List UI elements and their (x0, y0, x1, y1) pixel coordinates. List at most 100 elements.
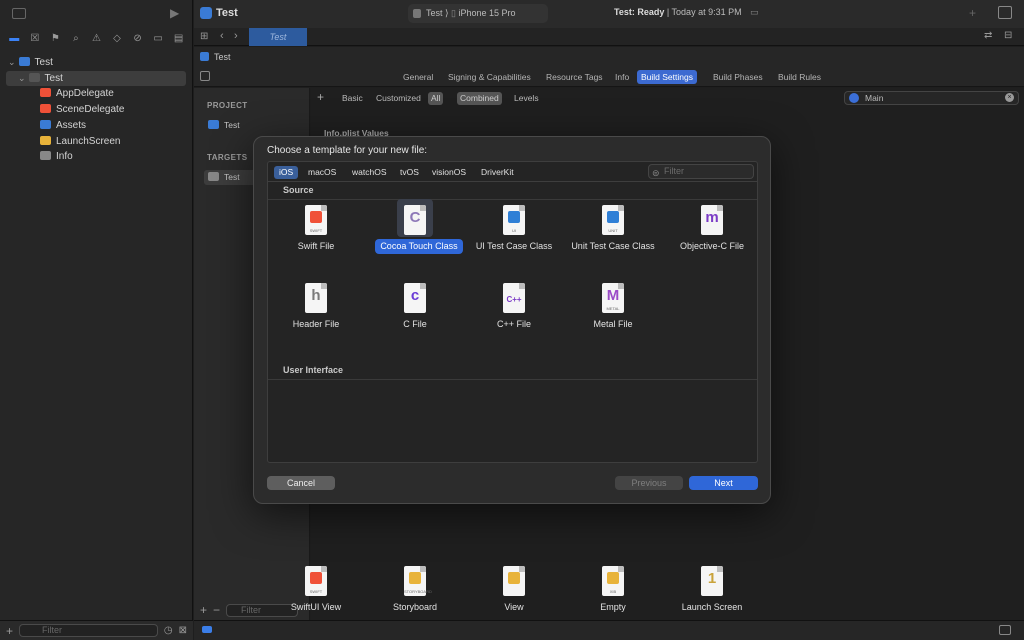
tab-info[interactable]: Info (611, 70, 633, 84)
tree-row-info[interactable]: Info (0, 149, 193, 164)
template-emblem (310, 572, 322, 584)
tree-row-assets[interactable]: Assets (0, 118, 193, 133)
navigator-pane: ▶ ▬ ☒ ⚑ ⌕ ⚠ ◇ ⊘ ▭ ▤ ⌄ Test ⌄ Test AppDelegat… (0, 0, 193, 640)
platform-tab-visionos[interactable]: visionOS (427, 166, 471, 179)
tab-signing-capabilities[interactable]: Signing & Capabilities (444, 70, 535, 84)
back-icon[interactable]: ‹ (220, 30, 224, 42)
inspector-toggle-icon[interactable] (998, 6, 1012, 19)
sidebar-toggle-icon[interactable] (12, 8, 26, 19)
test-icon[interactable]: ◇ (109, 33, 125, 44)
tree-row-launchscreen[interactable]: LaunchScreen (0, 134, 193, 149)
platform-tab-ios[interactable]: iOS (274, 166, 299, 179)
report-icon[interactable]: ▤ (171, 33, 187, 44)
filter-combined[interactable]: Combined (457, 92, 502, 105)
device-icon: ▯ (451, 8, 456, 18)
template-cocoa-touch-class[interactable]: C Cocoa Touch Class (370, 197, 463, 269)
source-control-icon[interactable]: ☒ (27, 33, 43, 44)
add-icon[interactable]: + (6, 624, 13, 638)
settings-search-input[interactable]: Main × (844, 91, 1019, 105)
template-c-file[interactable]: C++ C++ File (469, 275, 559, 347)
add-library-icon[interactable]: + (969, 6, 976, 20)
console-toggle-icon[interactable] (999, 625, 1011, 635)
filter-all[interactable]: All (428, 92, 444, 105)
debug-area-icon[interactable] (202, 626, 212, 633)
view-icon (503, 566, 525, 596)
run-button[interactable]: ▶ (170, 6, 179, 20)
breadcrumb-item[interactable]: Test (214, 52, 231, 62)
tab-build-rules[interactable]: Build Rules (774, 70, 825, 84)
filter-basic[interactable]: Basic (339, 92, 366, 105)
target-icon (208, 172, 219, 181)
editor-tab[interactable]: Test (249, 28, 307, 46)
scheme-icon (413, 9, 421, 18)
template-launch-screen[interactable]: 1 Launch Screen (667, 558, 757, 630)
template-glyph: M (606, 287, 620, 304)
template-storyboard[interactable]: STORYBOARD Storyboard (370, 558, 460, 630)
platform-tab-macos[interactable]: macOS (303, 166, 341, 179)
warning-icon[interactable]: ⚠ (88, 33, 104, 44)
hide-targets-icon[interactable] (200, 71, 210, 81)
forward-icon[interactable]: › (234, 30, 238, 42)
scheme-selector[interactable]: Test ⟩ ▯ iPhone 15 Pro (408, 4, 548, 23)
navigator-filter-input[interactable]: Filter (19, 624, 158, 637)
remove-target-icon[interactable]: − (213, 603, 220, 617)
settings-filter-row: + Basic Customized All Combined Levels Main … (311, 88, 1024, 108)
template-swift-file[interactable]: SWIFT Swift File (271, 197, 361, 269)
template-c-file[interactable]: c C File (370, 275, 460, 347)
previous-button[interactable]: Previous (615, 476, 683, 490)
filter-icon: ⊜ (652, 168, 660, 178)
tab-resource-tags[interactable]: Resource Tags (542, 70, 607, 84)
split-editor-icon[interactable]: ⇄ (984, 30, 992, 41)
clear-search-icon[interactable]: × (1005, 93, 1014, 102)
tree-row-appdelegate[interactable]: AppDelegate (0, 86, 193, 101)
platform-tab-watchos[interactable]: watchOS (347, 166, 392, 179)
tab-build-settings[interactable]: Build Settings (637, 70, 697, 84)
platform-tab-driverkit[interactable]: DriverKit (476, 166, 519, 179)
filter-scope-icon[interactable] (849, 93, 859, 103)
template-grid: Source SWIFT Swift File C Cocoa Touch Class U… (267, 182, 758, 612)
tab-general[interactable]: General (399, 70, 437, 84)
template-label: C File (403, 319, 427, 329)
status-label: Test: Ready (614, 7, 665, 17)
recent-files-icon[interactable]: ◷ (164, 625, 173, 636)
grid-icon[interactable]: ⊞ (200, 31, 208, 42)
add-setting-icon[interactable]: + (317, 90, 324, 104)
bookmark-icon[interactable]: ⚑ (47, 33, 63, 44)
template-ui-test-case-class[interactable]: UI UI Test Case Class (469, 197, 559, 269)
project-item[interactable]: Test (204, 118, 300, 133)
disclosure-chevron-icon[interactable]: ⌄ (8, 57, 16, 67)
template-glyph: 1 (707, 570, 717, 587)
filter-options-icon[interactable]: ⊠ (179, 625, 187, 636)
platform-tab-tvos[interactable]: tvOS (395, 166, 424, 179)
next-button[interactable]: Next (689, 476, 758, 490)
add-target-icon[interactable]: + (200, 603, 207, 617)
tree-row-scenedelegate[interactable]: SceneDelegate (0, 102, 193, 117)
template-view[interactable]: View (469, 558, 559, 630)
template-swiftui-view[interactable]: SWIFT SwiftUI View (271, 558, 361, 630)
filter-levels[interactable]: Levels (511, 92, 542, 105)
new-file-template-dialog: Choose a template for your new file: iOS… (253, 136, 771, 612)
template-filter-input[interactable]: ⊜ Filter (648, 164, 754, 179)
template-metal-file[interactable]: M METAL Metal File (568, 275, 658, 347)
template-glyph: C (409, 209, 421, 226)
filter-customized[interactable]: Customized (373, 92, 424, 105)
folder-icon[interactable]: ▬ (6, 33, 22, 44)
template-label: Launch Screen (681, 602, 743, 612)
template-emblem (607, 572, 619, 584)
assets-icon (40, 119, 51, 129)
template-empty[interactable]: XIB Empty (568, 558, 658, 630)
disclosure-chevron-icon[interactable]: ⌄ (18, 73, 26, 83)
tab-build-phases[interactable]: Build Phases (709, 70, 767, 84)
debug-icon[interactable]: ⊘ (130, 33, 146, 44)
template-header-file[interactable]: h Header File (271, 275, 361, 347)
tree-row-test[interactable]: ⌄ Test (6, 70, 186, 86)
cancel-button[interactable]: Cancel (267, 476, 335, 490)
template-sub-label: METAL (606, 306, 620, 311)
add-editor-icon[interactable]: ⊟ (1004, 30, 1012, 41)
tree-row-test[interactable]: ⌄ Test (0, 55, 193, 70)
project-title: Test (216, 7, 238, 19)
search-icon[interactable]: ⌕ (68, 33, 84, 44)
template-unit-test-case-class[interactable]: UNIT Unit Test Case Class (568, 197, 658, 269)
breakpoint-icon[interactable]: ▭ (150, 33, 166, 44)
template-objective-c-file[interactable]: m Objective-C File (667, 197, 757, 269)
